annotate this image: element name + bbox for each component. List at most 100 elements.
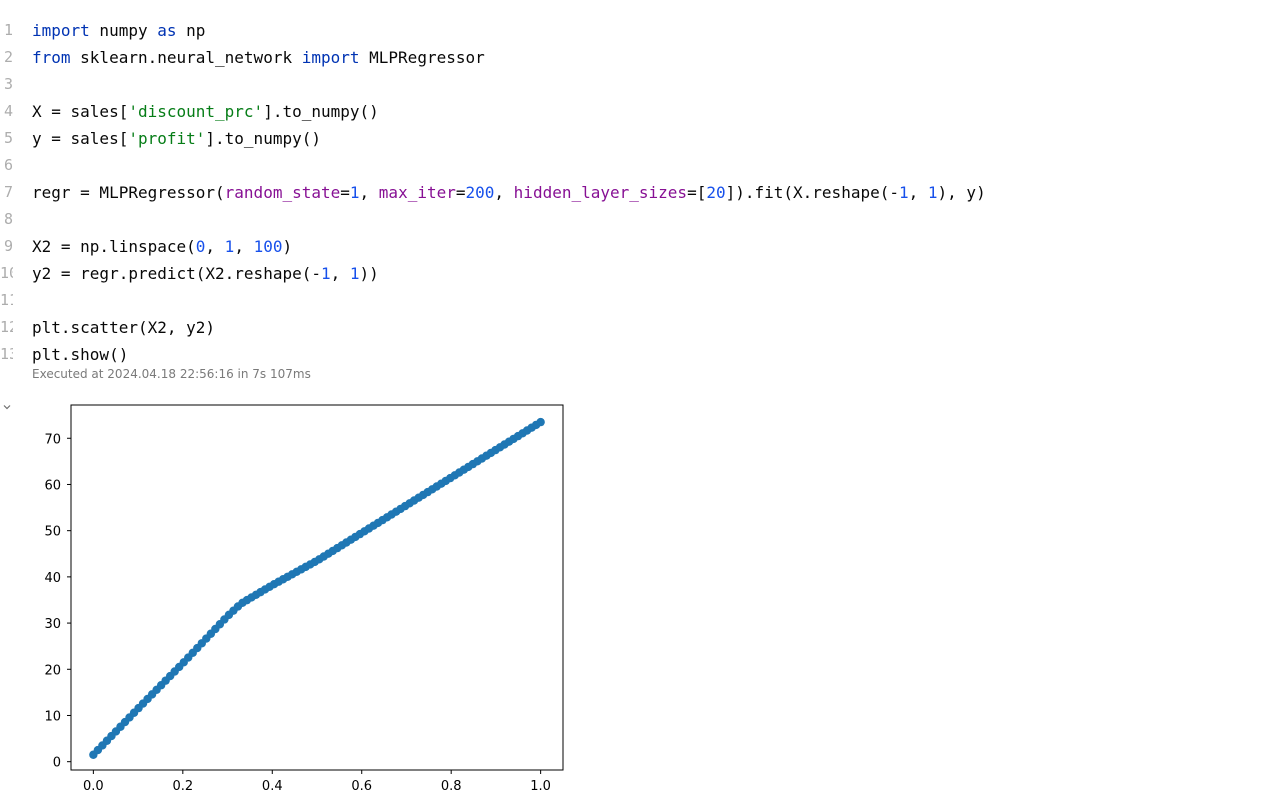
code-token: , (908, 183, 928, 202)
code-token: import (32, 21, 90, 40)
code-token: 1 (349, 264, 360, 283)
code-token: y2 = regr.predict(X2.reshape(- (32, 264, 321, 283)
code-token: )) (359, 264, 379, 283)
code-token: plt.scatter(X2, y2) (32, 318, 216, 337)
line-number: 6 (3, 156, 13, 174)
code-text: y2 = regr.predict(X2.reshape(-1, 1)) (32, 260, 379, 287)
code-line[interactable]: 10y2 = regr.predict(X2.reshape(-1, 1)) (0, 260, 1276, 287)
code-token: ].to_numpy() (263, 102, 379, 121)
y-tick-label: 70 (44, 432, 61, 447)
code-token: 1 (927, 183, 938, 202)
code-token: numpy (89, 21, 158, 40)
code-token: , (205, 237, 225, 256)
code-text: from sklearn.neural_network import MLPRe… (32, 44, 485, 71)
code-text: regr = MLPRegressor(random_state=1, max_… (32, 179, 986, 206)
code-token: 100 (253, 237, 283, 256)
line-number: 11 (0, 291, 13, 309)
code-token: regr = MLPRegressor( (32, 183, 225, 202)
y-tick-label: 10 (44, 709, 61, 724)
line-number: 10 (0, 264, 13, 282)
line-number: 4 (3, 102, 13, 120)
code-token: 'profit' (128, 129, 206, 148)
plot-output: 0.0 0.2 0.4 0.6 0.8 1.0 0 10 20 30 40 50 60 70 (0, 396, 580, 808)
code-token: plt.show() (32, 345, 129, 364)
code-token: , (234, 237, 254, 256)
scatter-chart: 0.0 0.2 0.4 0.6 0.8 1.0 0 10 20 30 40 50 60 70 (44, 404, 564, 794)
line-number: 1 (3, 21, 13, 39)
line-number: 8 (3, 210, 13, 228)
code-token: ]).fit(X.reshape(- (725, 183, 899, 202)
plot-frame (70, 404, 564, 771)
code-text: X = sales['discount_prc'].to_numpy() (32, 98, 379, 125)
y-tick-label: 30 (44, 617, 61, 632)
code-text: plt.scatter(X2, y2) (32, 314, 215, 341)
code-token: =[ (687, 183, 707, 202)
line-number: 13 (0, 345, 13, 363)
code-token: 0 (195, 237, 206, 256)
code-token: X2 = np.linspace( (32, 237, 196, 256)
code-line[interactable]: 12 plt.scatter(X2, y2) (0, 314, 1276, 341)
code-token: , (330, 264, 350, 283)
x-tick-label: 0.4 (262, 779, 283, 794)
line-number: 3 (3, 75, 13, 93)
code-token: X = sales[ (32, 102, 129, 121)
code-line[interactable]: 9 X2 = np.linspace(0, 1, 100) (0, 233, 1276, 260)
code-token: 1 (349, 183, 360, 202)
code-token: import (301, 48, 360, 67)
line-number: 7 (3, 183, 13, 201)
code-token: ), y) (937, 183, 986, 202)
line-number: 5 (3, 129, 13, 147)
x-tick-label: 0.8 (441, 779, 462, 794)
x-tick-label: 0.2 (172, 779, 193, 794)
code-line[interactable]: 11 (0, 287, 1276, 314)
execution-status: Executed at 2024.04.18 22:56:16 in 7s 10… (32, 367, 311, 381)
code-line[interactable]: 2 from sklearn.neural_network import MLPR… (0, 44, 1276, 71)
code-token: 1 (898, 183, 909, 202)
code-token: , (359, 183, 379, 202)
code-line[interactable]: 3 (0, 71, 1276, 98)
code-token: sklearn.neural_network (70, 48, 302, 67)
code-token: = (340, 183, 350, 202)
code-token: y = sales[ (32, 129, 129, 148)
y-tick-label: 0 (53, 756, 61, 771)
code-text: plt.show() (32, 341, 128, 368)
code-line[interactable]: 8 (0, 206, 1276, 233)
code-token: ) (282, 237, 293, 256)
code-text: X2 = np.linspace(0, 1, 100) (32, 233, 292, 260)
code-line[interactable]: 13 plt.show() (0, 341, 1276, 368)
code-token: 20 (706, 183, 726, 202)
code-line[interactable]: 5 y = sales['profit'].to_numpy() (0, 125, 1276, 152)
code-token: 1 (320, 264, 331, 283)
y-tick-label: 20 (44, 663, 61, 678)
code-line[interactable]: 4 X = sales['discount_prc'].to_numpy() (0, 98, 1276, 125)
code-token: 200 (465, 183, 495, 202)
code-token: MLPRegressor (359, 48, 485, 67)
code-token: 1 (224, 237, 235, 256)
code-token: = (455, 183, 466, 202)
code-token: 'discount_prc' (128, 102, 264, 121)
scatter-point (536, 417, 545, 427)
code-token: as (157, 21, 177, 40)
code-token: hidden_layer_sizes (513, 183, 688, 202)
x-tick-label: 1.0 (530, 779, 551, 794)
x-tick-label: 0.0 (83, 779, 104, 794)
code-text: import numpy as np (32, 17, 205, 44)
line-number: 9 (3, 237, 13, 255)
y-tick-label: 60 (44, 478, 61, 493)
y-tick-label: 50 (44, 525, 61, 540)
code-token: ].to_numpy() (205, 129, 321, 148)
y-tick-label: 40 (44, 571, 61, 586)
x-tick-label: 0.6 (351, 779, 372, 794)
line-number: 2 (3, 48, 13, 66)
code-token: np (176, 21, 206, 40)
code-token: , (494, 183, 514, 202)
code-token: random_state (224, 183, 341, 202)
code-cell-editor[interactable]: 1 import numpy as np 2 from sklearn.neural_… (0, 17, 1276, 368)
code-line[interactable]: 7 regr = MLPRegressor(random_state=1, max… (0, 179, 1276, 206)
code-text: y = sales['profit'].to_numpy() (32, 125, 321, 152)
code-line[interactable]: 6 (0, 152, 1276, 179)
code-token: from (32, 48, 71, 67)
code-line[interactable]: 1 import numpy as np (0, 17, 1276, 44)
code-token: max_iter (378, 183, 456, 202)
line-number: 12 (0, 318, 13, 336)
